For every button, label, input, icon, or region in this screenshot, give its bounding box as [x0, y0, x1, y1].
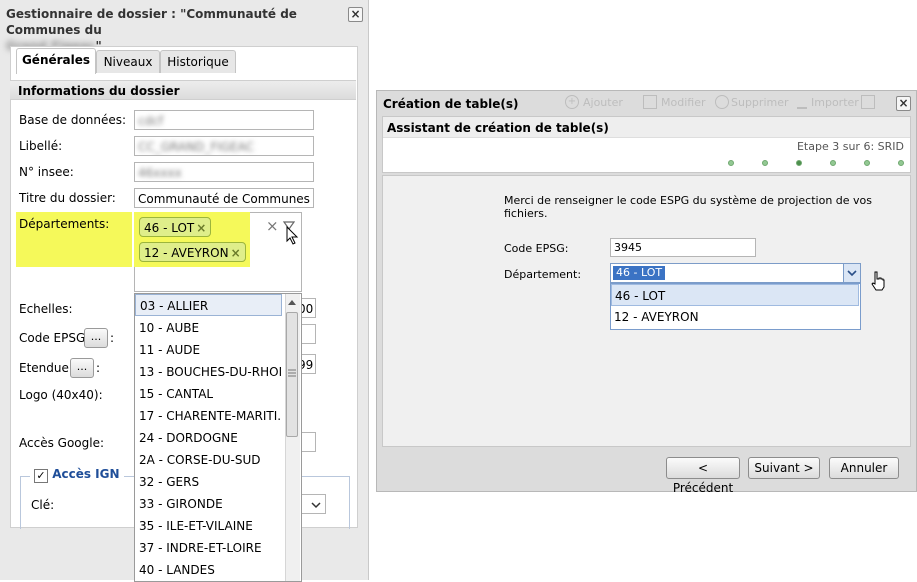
departement-label: Département:	[504, 268, 582, 281]
departement-select[interactable]: 46 - LOT	[610, 263, 861, 283]
insee-value: 46xxxx	[138, 166, 182, 180]
window-icon	[861, 95, 875, 109]
previous-button[interactable]: < Précédent	[666, 457, 740, 495]
toolbar-modifier: Modifier	[661, 96, 706, 109]
tag-lot-label: 46 - LOT	[144, 221, 195, 235]
import-icon	[797, 95, 807, 109]
libelle-label: Libellé:	[19, 139, 63, 153]
clear-icon[interactable]: ×	[266, 217, 279, 235]
next-button[interactable]: Suivant >	[748, 457, 820, 479]
acces-google-label: Accès Google:	[19, 436, 105, 450]
code-epsg-input[interactable]: 3945	[610, 238, 756, 257]
tag-aveyron[interactable]: 12 - AVEYRON ×	[139, 242, 246, 262]
departements-dropdown-list[interactable]: 03 - ALLIER 10 - AUBE 11 - AUDE 13 - BOU…	[134, 293, 302, 582]
departement-select-value: 46 - LOT	[613, 266, 666, 280]
code-epsg-button[interactable]: ...	[84, 328, 108, 348]
section-title: Informations du dossier	[10, 80, 356, 100]
add-icon: +	[565, 95, 579, 109]
list-item[interactable]: 35 - ILE-ET-VILAINE	[139, 515, 281, 537]
tag-remove-icon[interactable]: ×	[196, 221, 206, 235]
close-icon[interactable]: ×	[348, 7, 363, 22]
list-item[interactable]: 17 - CHARENTE-MARITI...	[139, 405, 281, 427]
list-item[interactable]: 24 - DORDOGNE	[139, 427, 281, 449]
folder-manager-window: Gestionnaire de dossier : "Communauté de…	[0, 0, 369, 582]
titre-label: Titre du dossier:	[19, 191, 116, 205]
list-item[interactable]: 03 - ALLIER	[135, 294, 282, 316]
libelle-value: CC_GRAND_FIGEAC	[138, 140, 255, 154]
code-epsg-label: Code EPSG:	[504, 242, 569, 255]
echelles-label: Echelles:	[19, 302, 73, 316]
chevron-down-icon	[847, 270, 857, 277]
close-icon[interactable]: ×	[896, 96, 911, 111]
acces-ign-legend[interactable]: ✓ Accès IGN	[30, 467, 124, 483]
table-creation-dialog: Création de table(s) + Ajouter Modifier …	[376, 90, 917, 495]
step-dots	[728, 160, 908, 168]
toolbar-supprimer: Supprimer	[731, 96, 789, 109]
list-item[interactable]: 2A - CORSE-DU-SUD	[139, 449, 281, 471]
list-item[interactable]: 15 - CANTAL	[139, 383, 281, 405]
cancel-button[interactable]: Annuler	[829, 457, 899, 479]
toolbar-importer: Importer	[811, 96, 859, 109]
mouse-cursor-icon	[286, 226, 299, 245]
wizard-content: Merci de renseigner le code ESPG du syst…	[382, 175, 911, 447]
list-item[interactable]: 33 - GIRONDE	[139, 493, 281, 515]
code-epsg-colon: :	[110, 331, 115, 345]
window-title-line1: Gestionnaire de dossier : "Communauté de…	[6, 7, 297, 37]
cle-label: Clé:	[31, 498, 55, 512]
insee-input[interactable]: 46xxxx	[134, 162, 314, 182]
base-label: Base de données:	[19, 113, 127, 127]
list-item[interactable]: 40 - LANDES	[139, 559, 281, 581]
libelle-input[interactable]: CC_GRAND_FIGEAC	[134, 136, 314, 156]
code-epsg-label: Code EPSG	[19, 331, 86, 345]
dialog-title: Création de table(s)	[383, 97, 519, 111]
titre-input[interactable]: Communauté de Communes du	[134, 188, 314, 208]
step-indicator: Etape 3 sur 6: SRID	[796, 140, 904, 153]
hand-cursor-icon	[871, 271, 885, 291]
wizard-header: Assistant de création de table(s) Etape …	[382, 116, 911, 173]
acces-ign-checkbox[interactable]: ✓	[34, 469, 48, 483]
chevron-down-icon	[311, 502, 321, 509]
background-toolbar: + Ajouter Modifier Supprimer Importer	[565, 95, 885, 111]
insee-label: N° insee:	[19, 165, 74, 179]
etendue-button[interactable]: ...	[70, 358, 94, 378]
scroll-up-icon[interactable]	[287, 298, 297, 306]
tag-aveyron-label: 12 - AVEYRON	[144, 246, 229, 260]
list-item[interactable]: 37 - INDRE-ET-LOIRE	[139, 537, 281, 559]
wizard-title: Assistant de création de table(s)	[387, 121, 609, 135]
tab-niveaux[interactable]: Niveaux	[96, 50, 160, 73]
list-item[interactable]: 10 - AUBE	[139, 317, 281, 339]
base-value: cdcf	[138, 114, 164, 128]
list-item[interactable]: 32 - GERS	[139, 471, 281, 493]
base-input[interactable]: cdcf	[134, 110, 314, 130]
departement-options[interactable]: 46 - LOT 12 - AVEYRON	[610, 283, 861, 330]
tag-remove-icon[interactable]: ×	[231, 246, 241, 260]
option-aveyron[interactable]: 12 - AVEYRON	[611, 306, 859, 328]
step-dot	[864, 160, 870, 166]
acces-ign-label: Accès IGN	[52, 467, 120, 481]
departement-select-arrow[interactable]	[843, 264, 860, 282]
cle-select[interactable]	[298, 494, 326, 514]
step-dot	[830, 160, 836, 166]
step-dot-current	[796, 160, 802, 166]
etendue-label: Etendue	[19, 361, 69, 375]
step-dot	[728, 160, 734, 166]
step-dot	[762, 160, 768, 166]
scrollbar-grip-icon	[288, 369, 296, 377]
list-item[interactable]: 11 - AUDE	[139, 339, 281, 361]
instructions-text: Merci de renseigner le code ESPG du syst…	[504, 194, 873, 220]
logo-label: Logo (40x40):	[19, 388, 103, 402]
remove-icon	[715, 95, 729, 109]
departements-label: Départements:	[19, 217, 110, 231]
tab-generales[interactable]: Générales	[16, 48, 96, 74]
etendue-colon: :	[96, 361, 101, 375]
tag-lot[interactable]: 46 - LOT ×	[139, 217, 212, 237]
step-dot	[898, 160, 904, 166]
list-item[interactable]: 13 - BOUCHES-DU-RHONE	[139, 361, 281, 383]
edit-icon	[643, 95, 657, 109]
tab-historique[interactable]: Historique	[160, 50, 236, 73]
toolbar-ajouter: Ajouter	[583, 96, 623, 109]
option-lot[interactable]: 46 - LOT	[611, 284, 859, 306]
